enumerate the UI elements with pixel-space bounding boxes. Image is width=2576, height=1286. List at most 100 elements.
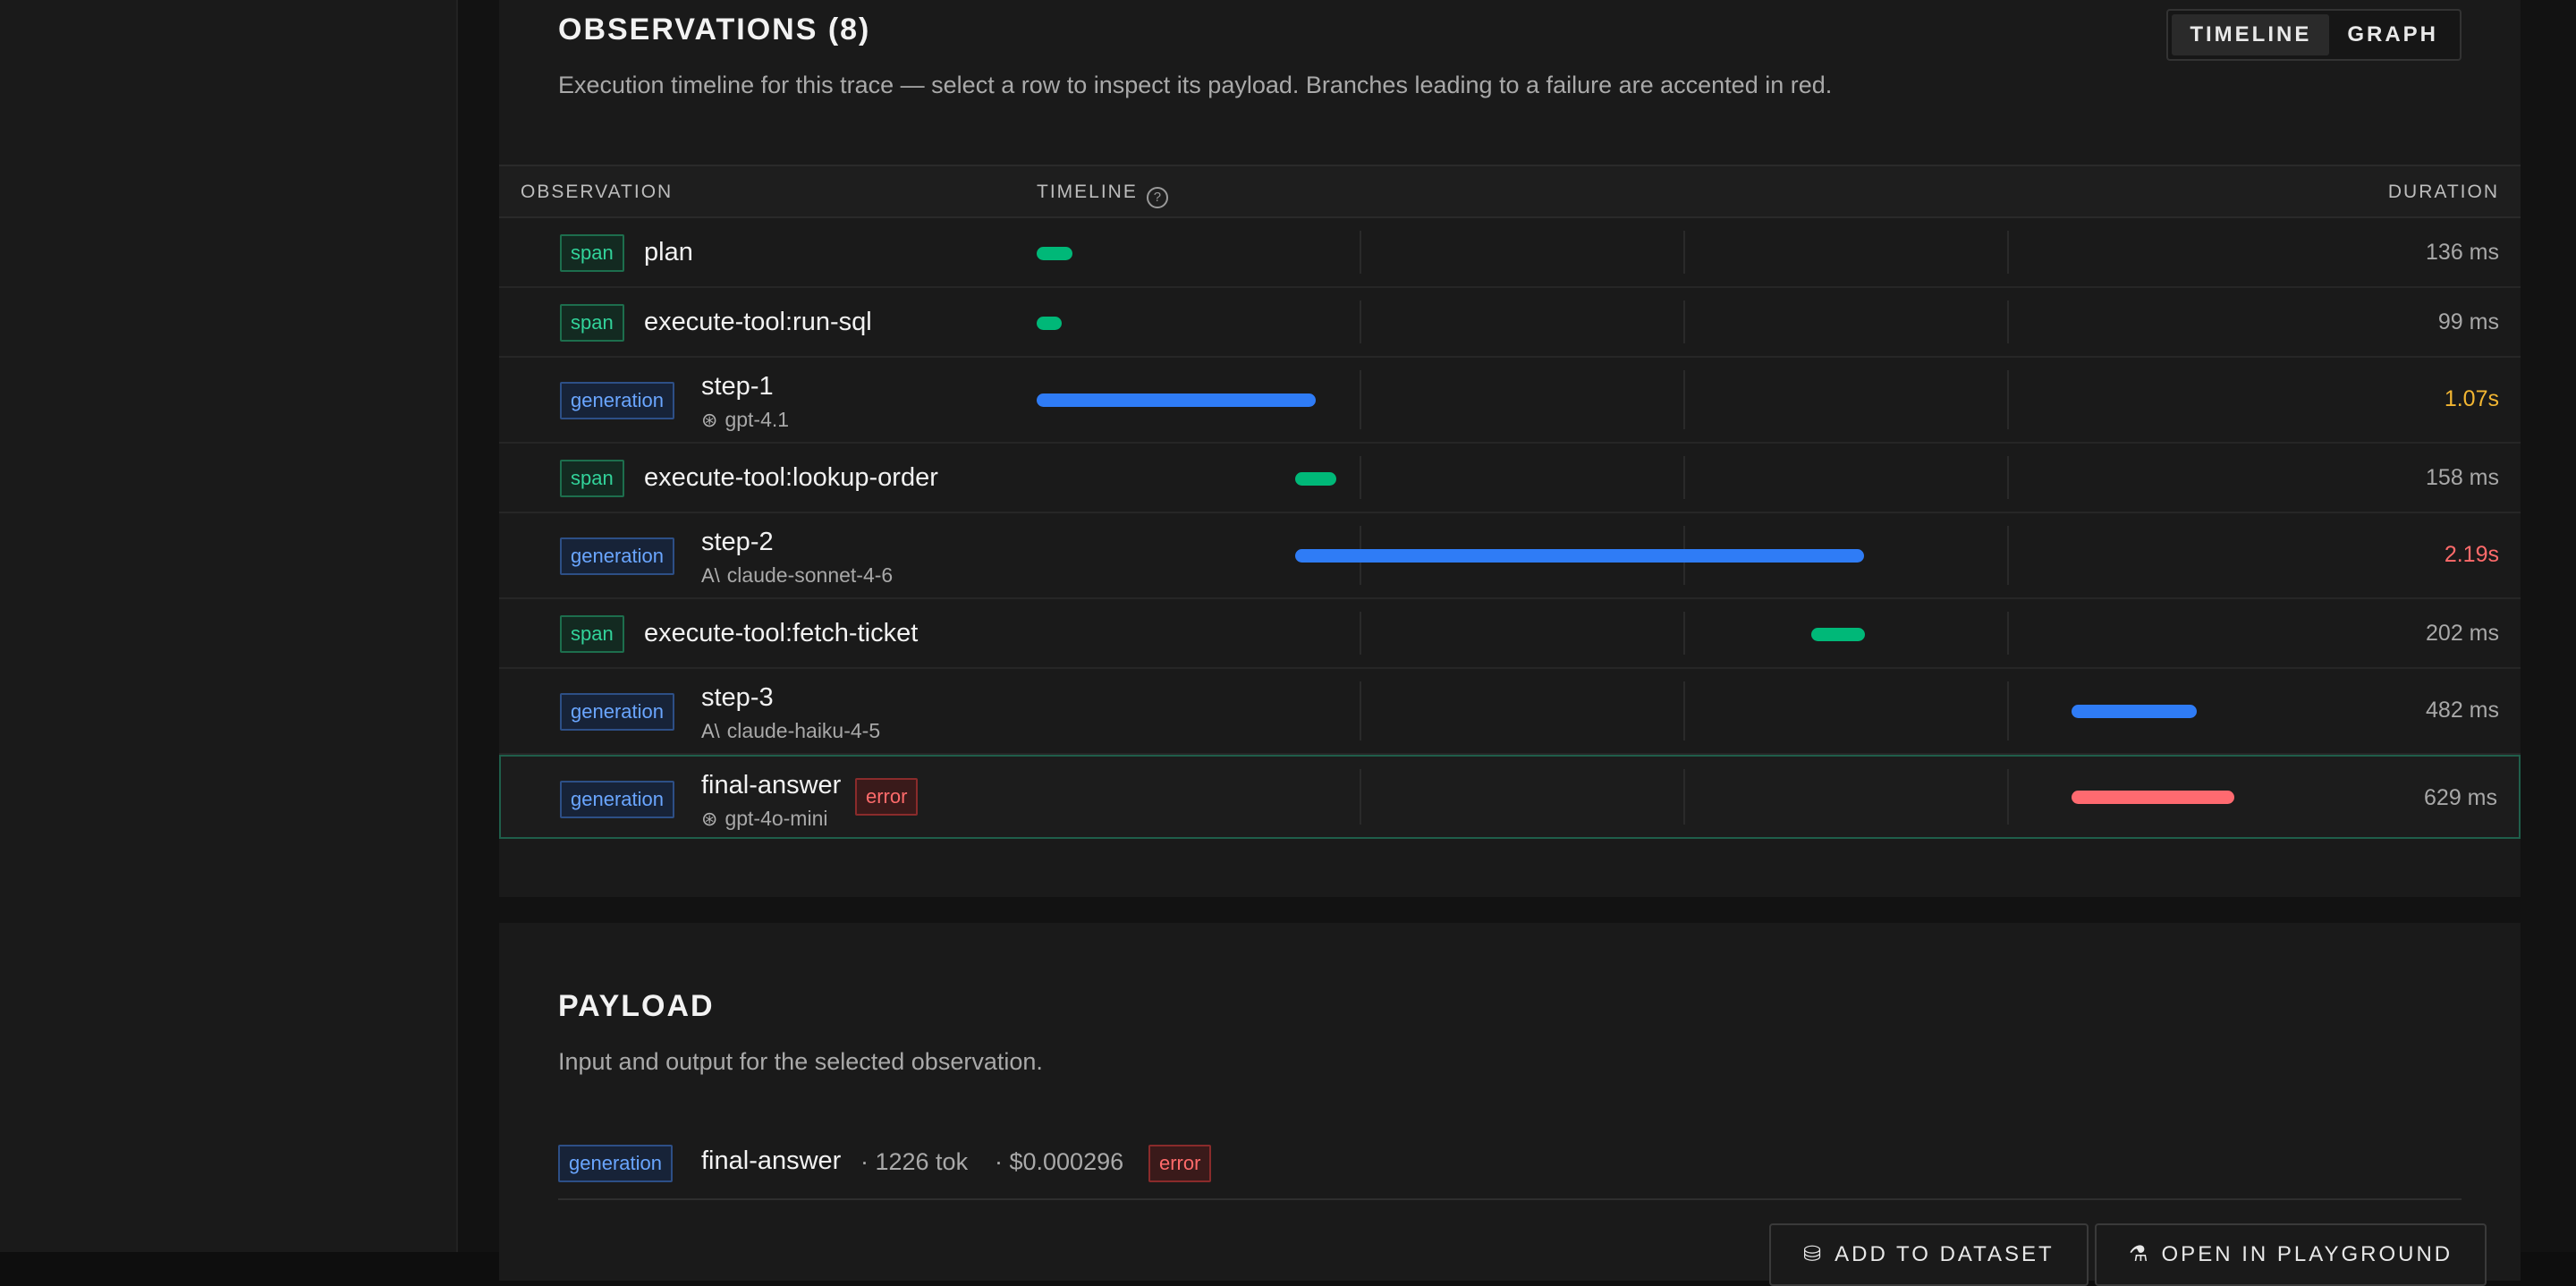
table-row[interactable]: span plan 136 ms — [499, 218, 2521, 288]
observation-name: execute-tool:lookup-order — [644, 463, 938, 492]
table-row-selected[interactable]: generation final-answer ⊛ gpt-4o-mini err… — [499, 755, 2521, 839]
add-to-dataset-button[interactable]: ⛁ ADD TO DATASET — [1769, 1223, 2089, 1286]
model-label: A\ claude-haiku-4-5 — [701, 719, 880, 743]
duration: 158 ms — [2426, 465, 2499, 490]
model-name: claude-sonnet-4-6 — [726, 563, 894, 587]
timeline-gridline — [1360, 681, 1361, 740]
openai-icon: ⊛ — [701, 409, 718, 431]
timeline-gridline — [2007, 612, 2009, 655]
type-badge: generation — [560, 537, 674, 575]
timeline-gridline — [1360, 769, 1361, 825]
observation-name: execute-tool:run-sql — [644, 308, 872, 336]
table-row[interactable]: generation step-2 A\ claude-sonnet-4-6 2.… — [499, 513, 2521, 599]
timeline-gridline — [2007, 526, 2009, 585]
observations-table: OBSERVATION TIMELINE? DURATION span plan… — [499, 165, 2521, 839]
anthropic-icon: A\ — [701, 720, 720, 742]
payload-observation-name: final-answer — [701, 1146, 842, 1175]
open-in-playground-label: OPEN IN PLAYGROUND — [2161, 1242, 2453, 1266]
payload-tokens: · 1226 tok — [860, 1148, 969, 1175]
payload-subtitle: Input and output for the selected observ… — [558, 1048, 1043, 1075]
observation-name: execute-tool:fetch-ticket — [644, 619, 919, 647]
type-badge: span — [560, 234, 624, 272]
type-badge: generation — [560, 382, 674, 419]
table-row[interactable]: span execute-tool:fetch-ticket 202 ms — [499, 599, 2521, 669]
duration: 629 ms — [2424, 785, 2497, 810]
timeline-bar[interactable] — [1811, 628, 1865, 641]
model-name: gpt-4o-mini — [724, 807, 828, 830]
table-row[interactable]: generation step-1 ⊛ gpt-4.1 1.07s — [499, 358, 2521, 444]
payload-cost: · $0.000296 — [995, 1148, 1124, 1175]
model-label: ⊛ gpt-4.1 — [701, 408, 789, 432]
timeline-gridline — [2007, 370, 2009, 429]
type-badge: generation — [560, 781, 674, 818]
database-icon: ⛁ — [1803, 1242, 1825, 1266]
timeline-bar[interactable] — [2072, 791, 2234, 804]
model-name: gpt-4.1 — [724, 408, 790, 431]
duration: 2.19s — [2444, 542, 2499, 567]
timeline-gridline — [1360, 612, 1361, 655]
timeline-gridline — [1360, 370, 1361, 429]
observation-name: step-3 — [701, 683, 774, 712]
column-timeline-label: TIMELINE — [1037, 182, 1138, 202]
open-in-playground-button[interactable]: ⚗ OPEN IN PLAYGROUND — [2095, 1223, 2487, 1286]
timeline-gridline — [2007, 300, 2009, 343]
column-timeline: TIMELINE? — [1037, 166, 1168, 218]
table-header: OBSERVATION TIMELINE? DURATION — [499, 165, 2521, 218]
payload-card: PAYLOAD Input and output for the selecte… — [499, 923, 2521, 1286]
openai-icon: ⊛ — [701, 808, 718, 830]
table-row[interactable]: span execute-tool:run-sql 99 ms — [499, 288, 2521, 358]
flask-icon: ⚗ — [2129, 1242, 2151, 1266]
duration: 1.07s — [2444, 386, 2499, 411]
observation-name: plan — [644, 238, 693, 267]
type-badge: span — [560, 615, 624, 653]
type-badge: generation — [558, 1145, 673, 1182]
timeline-bar[interactable] — [1295, 549, 1864, 563]
timeline-gridline — [2007, 681, 2009, 740]
timeline-gridline — [1683, 300, 1685, 343]
table-row[interactable]: span execute-tool:lookup-order 158 ms — [499, 444, 2521, 513]
timeline-bar[interactable] — [1037, 317, 1062, 330]
type-badge: span — [560, 460, 624, 497]
timeline-gridline — [1683, 681, 1685, 740]
model-label: A\ claude-sonnet-4-6 — [701, 563, 893, 588]
observations-subtitle: Execution timeline for this trace — sele… — [558, 72, 1833, 98]
observations-title: OBSERVATIONS (8) — [558, 13, 871, 47]
timeline-gridline — [1360, 300, 1361, 343]
error-badge: error — [1148, 1145, 1212, 1182]
timeline-view-button[interactable]: TIMELINE — [2172, 14, 2330, 55]
model-name: claude-haiku-4-5 — [726, 719, 881, 742]
duration: 136 ms — [2426, 240, 2499, 265]
duration: 202 ms — [2426, 621, 2499, 646]
observation-name: step-2 — [701, 528, 774, 556]
timeline-bar[interactable] — [1037, 393, 1316, 407]
graph-view-button[interactable]: GRAPH — [2329, 14, 2456, 55]
column-duration: DURATION — [2387, 182, 2499, 202]
timeline-gridline — [1683, 456, 1685, 499]
timeline-bar[interactable] — [2072, 705, 2197, 718]
timeline-bar[interactable] — [1037, 247, 1072, 260]
timeline-bar[interactable] — [1295, 472, 1336, 486]
help-circle-icon[interactable]: ? — [1146, 187, 1168, 208]
duration: 482 ms — [2426, 698, 2499, 723]
observation-name: step-1 — [701, 372, 774, 401]
model-label: ⊛ gpt-4o-mini — [701, 807, 827, 831]
timeline-gridline — [1360, 456, 1361, 499]
payload-title: PAYLOAD — [558, 989, 715, 1023]
main-content: OBSERVATIONS (8) Execution timeline for … — [458, 0, 2576, 1286]
error-badge: error — [855, 778, 919, 816]
timeline-gridline — [1683, 231, 1685, 274]
duration: 99 ms — [2437, 309, 2499, 334]
timeline-gridline — [2007, 231, 2009, 274]
observation-name: final-answer — [701, 771, 842, 800]
type-badge: generation — [560, 693, 674, 731]
sidebar — [0, 0, 458, 1252]
timeline-gridline — [2007, 769, 2009, 825]
timeline-gridline — [2007, 456, 2009, 499]
add-to-dataset-label: ADD TO DATASET — [1835, 1242, 2055, 1266]
timeline-gridline — [1683, 612, 1685, 655]
column-observation: OBSERVATION — [521, 182, 674, 202]
table-row[interactable]: generation step-3 A\ claude-haiku-4-5 482… — [499, 669, 2521, 755]
view-toggle: TIMELINE GRAPH — [2166, 9, 2462, 61]
payload-header: generation final-answer · 1226 tok · $0.… — [558, 1143, 2462, 1200]
timeline-gridline — [1683, 769, 1685, 825]
